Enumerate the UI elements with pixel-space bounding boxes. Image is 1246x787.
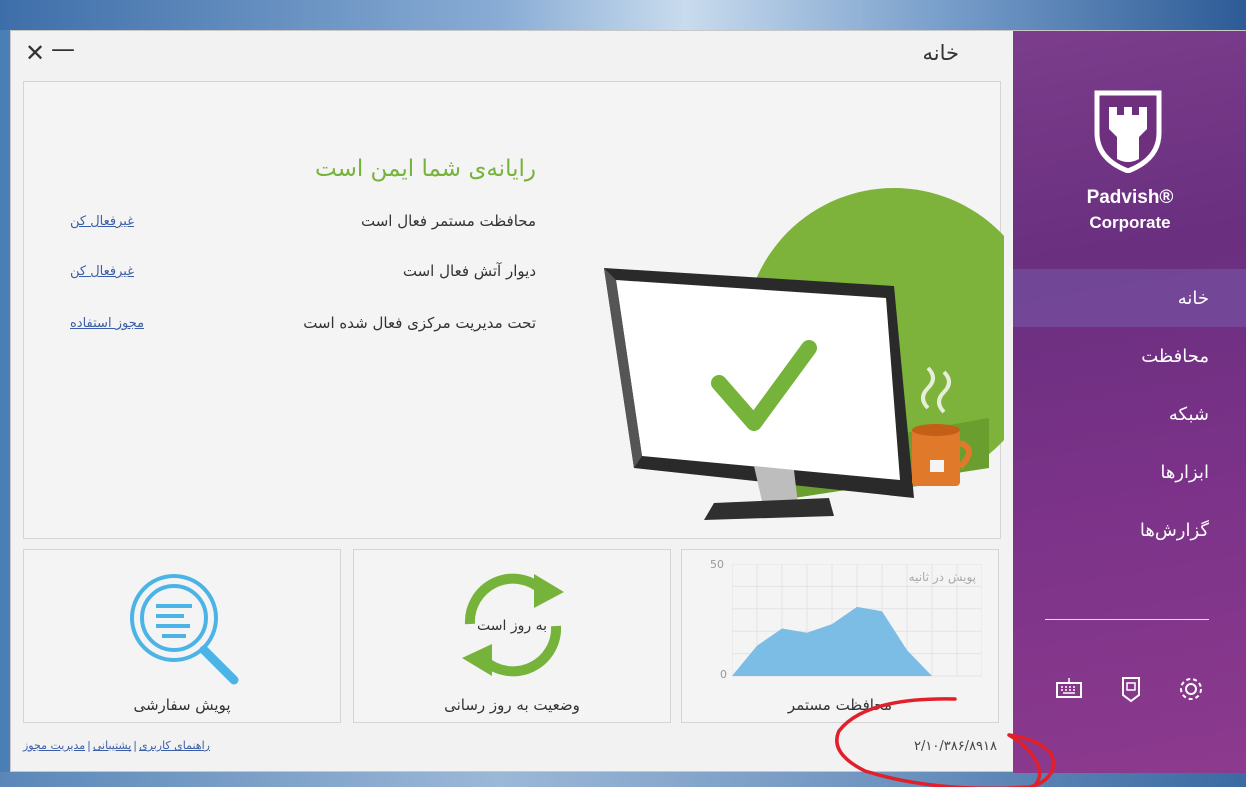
license-management-link[interactable]: مدیریت مجوز [23,739,85,752]
scan-rate-chart [732,564,982,677]
chart-y-min-label: 0 [720,668,727,681]
title-bar: ✕ — خانه [11,31,1013,79]
sidebar: Padvish® Corporate خانه محافظت شبکه ابزا… [1013,31,1246,773]
usb-drive-icon[interactable] [1117,675,1145,703]
settings-gear-icon[interactable] [1177,675,1205,703]
desktop-background-top [0,0,1246,30]
brand-name: Padvish® [1086,187,1174,208]
window-title: خانه [922,41,959,65]
license-link[interactable]: مجوز استفاده [70,316,144,331]
sidebar-nav: خانه محافظت شبکه ابزارها گزارش‌ها [1013,269,1246,559]
status-row-central-management: تحت مدیریت مرکزی فعال شده است [303,314,536,332]
disable-firewall-link[interactable]: غیرفعال کن [70,264,134,279]
update-status-label: وضعیت به روز رسانی [444,696,580,714]
update-status-text: به روز است [477,618,547,634]
sidebar-divider [1045,619,1209,620]
sidebar-item-tools[interactable]: ابزارها [1013,443,1246,501]
security-status-panel: رایانه‌ی شما ایمن است محافظت مستمر فعال … [23,81,1004,539]
chart-area-series [732,606,982,676]
tea-mug-icon [912,428,960,486]
disable-realtime-link[interactable]: غیرفعال کن [70,214,134,229]
chart-y-max-label: 50 [710,558,724,571]
sidebar-item-network[interactable]: شبکه [1013,385,1246,443]
status-headline: رایانه‌ی شما ایمن است [315,156,536,182]
status-row-realtime: محافظت مستمر فعال است [360,212,536,230]
magnifier-icon [130,574,239,685]
padvish-window: ✕ — خانه رایانه‌ی شما ایمن است محافظت مس… [10,30,1246,787]
custom-scan-label: پویش سفارشی [133,696,231,714]
footer-links: راهنمای کاربری|پشتیبانی|مدیریت مجوز [23,739,210,752]
user-guide-link[interactable]: راهنمای کاربری [139,739,210,752]
footer-separator: | [133,739,138,752]
minimize-icon[interactable]: — [51,37,75,61]
tile-custom-scan[interactable]: پویش سفارشی [23,549,341,723]
monitor-base [704,498,834,520]
brand-edition: Corporate [1089,213,1171,232]
secure-monitor-illustration [604,188,1004,520]
sidebar-item-protection[interactable]: محافظت [1013,327,1246,385]
tile-update-status[interactable]: به روز است وضعیت به روز رسانی [353,549,671,723]
monitor-screen [616,280,900,480]
footer-separator: | [87,739,91,752]
sidebar-item-home[interactable]: خانه [1013,269,1246,327]
close-icon[interactable]: ✕ [25,41,45,65]
padvish-shield-logo [1094,90,1162,173]
red-annotation-mark [835,697,1056,787]
status-row-firewall: دیوار آتش فعال است [402,262,536,280]
support-link[interactable]: پشتیبانی [93,739,131,752]
sidebar-item-reports[interactable]: گزارش‌ها [1013,501,1246,559]
